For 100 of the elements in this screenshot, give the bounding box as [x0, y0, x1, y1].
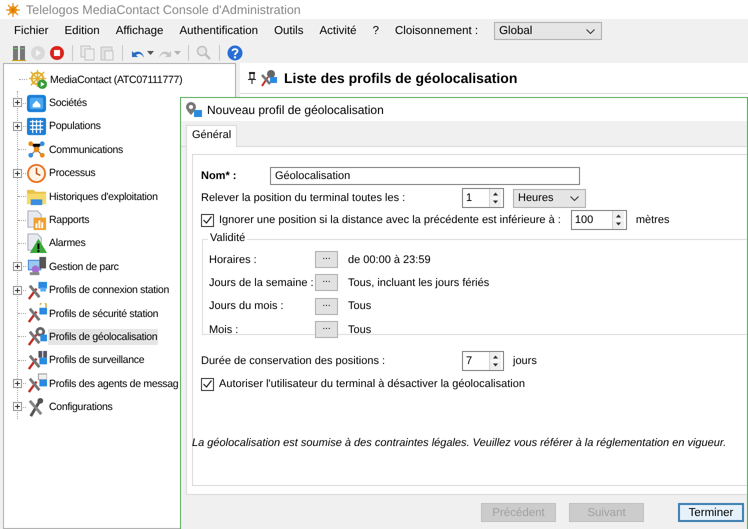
browse-button[interactable]: ...: [315, 251, 338, 268]
tree-item[interactable]: Rapports: [48, 212, 90, 228]
unit-label: mètres: [636, 214, 670, 226]
tree-item[interactable]: Populations: [48, 118, 102, 134]
monitor-icon: [26, 256, 47, 278]
menu-item[interactable]: Outils: [266, 25, 312, 37]
menu-item[interactable]: Activité: [311, 25, 365, 37]
arrow-down-icon[interactable]: [490, 361, 501, 370]
number-field[interactable]: 7: [462, 351, 504, 371]
tools-icon: [26, 280, 47, 301]
field-value: Tous: [348, 300, 372, 312]
help-icon: [227, 45, 243, 61]
field-value: Tous: [348, 324, 372, 336]
tab[interactable]: Général: [186, 125, 238, 147]
tree-item[interactable]: Profils de géolocalisation: [48, 328, 158, 345]
dialog-button[interactable]: Terminer: [678, 503, 744, 522]
search-icon: [196, 45, 212, 61]
tree-item[interactable]: Communications: [48, 142, 124, 158]
expand-icon[interactable]: [13, 379, 22, 388]
tools-icon: [26, 373, 47, 394]
server-icon: [11, 45, 27, 61]
menu-item[interactable]: Authentification: [171, 25, 266, 37]
checkbox[interactable]: [201, 214, 214, 226]
tools-icon: [26, 326, 47, 348]
grid-icon: [26, 116, 47, 137]
tree-item[interactable]: Alarmes: [48, 235, 86, 252]
number-field[interactable]: 100: [570, 210, 627, 230]
expand-icon[interactable]: [13, 122, 22, 131]
tree-item[interactable]: Profils des agents de messag: [48, 376, 180, 392]
toolbar-button[interactable]: [49, 44, 65, 62]
arrow-up-icon[interactable]: [612, 211, 624, 220]
partition-dropdown[interactable]: Global: [494, 22, 602, 40]
play-icon: [30, 45, 46, 61]
report-icon: [26, 210, 47, 231]
location-pin-icon: [185, 100, 203, 118]
tree-item[interactable]: Historiques d'exploitation: [48, 188, 159, 205]
tools-icon: [26, 350, 47, 371]
checkbox[interactable]: [201, 378, 214, 390]
chevron-down-icon: [586, 28, 596, 34]
network-icon: [26, 139, 47, 160]
field-label: Durée de conservation des positions :: [201, 355, 386, 367]
toolbar-button[interactable]: [227, 44, 243, 62]
field-value: Tous, incluant les jours fériés: [348, 276, 490, 289]
field-label: Nom* :: [201, 170, 238, 182]
house-icon: [26, 92, 47, 114]
tree-item[interactable]: Profils de connexion station: [48, 282, 170, 298]
tools-icon: [260, 69, 278, 87]
tools-icon: [26, 303, 47, 324]
field-label: Jours de la semaine :: [209, 276, 315, 289]
tree-item[interactable]: Processus: [48, 165, 96, 182]
arrow-up-icon[interactable]: [490, 352, 501, 361]
browse-button[interactable]: ...: [315, 321, 338, 338]
unit-label: jours: [513, 355, 537, 367]
arrow-down-icon[interactable]: [612, 220, 624, 229]
tree-item[interactable]: Sociétés: [48, 95, 88, 112]
expand-icon[interactable]: [13, 402, 22, 412]
tree-item[interactable]: Configurations: [48, 399, 114, 416]
field-value: de 00:00 à 23:59: [348, 254, 431, 266]
panel-title: Liste des profils de géolocalisation: [284, 70, 518, 86]
dialog-title: Nouveau profil de géolocalisation: [207, 102, 384, 116]
field-label: Jours du mois :: [209, 300, 285, 312]
menu-item[interactable]: Affichage: [108, 25, 172, 37]
field-label: Mois :: [209, 324, 240, 336]
tree-item[interactable]: Profils de surveillance: [48, 352, 146, 368]
arrow-up-icon[interactable]: [490, 189, 501, 198]
pin-icon[interactable]: [248, 72, 256, 84]
checkbox-label: Ignorer une position si la distance avec la précédente est inférieure à :: [219, 214, 561, 226]
expand-icon[interactable]: [13, 286, 22, 295]
field-label: Horaires :: [209, 254, 258, 266]
chevron-down-icon: [570, 196, 579, 200]
expand-icon[interactable]: [13, 262, 22, 272]
unit-dropdown[interactable]: Heures: [513, 188, 586, 208]
tree-item[interactable]: Profils de sécurité station: [48, 306, 160, 322]
field-label: Relever la position du terminal toutes les :: [201, 192, 406, 204]
paste-icon: [99, 45, 115, 61]
name-field[interactable]: Géolocalisation: [270, 167, 580, 185]
clock-icon: [26, 162, 47, 184]
caret-icon: [147, 51, 154, 55]
legal-note: La géolocalisation est soumise à des contraintes légales. Veuillez vous référer à la réglementation en vigueur.: [192, 437, 728, 449]
number-field[interactable]: 1: [462, 188, 504, 208]
app-icon: [6, 2, 20, 16]
expand-icon[interactable]: [13, 98, 22, 108]
browse-button[interactable]: ...: [315, 274, 338, 292]
toolbar-button[interactable]: [11, 44, 27, 62]
group-title: Validité: [208, 232, 248, 244]
menu-item[interactable]: ?: [364, 25, 387, 37]
stop-icon: [49, 45, 65, 61]
tree-item[interactable]: Gestion de parc: [48, 258, 120, 275]
tree-item[interactable]: MediaContact (ATC07111777): [49, 72, 184, 88]
menu-item[interactable]: Fichier: [6, 25, 57, 37]
wheel-icon: [27, 69, 48, 90]
partition-label: Cloisonnement :: [394, 25, 480, 37]
menu-item[interactable]: Edition: [56, 25, 108, 37]
expand-icon[interactable]: [13, 168, 22, 178]
window-title: Telelogos MediaContact Console d'Administration: [26, 2, 301, 16]
browse-button[interactable]: ...: [315, 298, 338, 315]
arrow-down-icon[interactable]: [490, 198, 501, 207]
warning-icon: [26, 232, 47, 254]
caret-icon: [174, 51, 181, 55]
copy-icon: [80, 45, 96, 61]
